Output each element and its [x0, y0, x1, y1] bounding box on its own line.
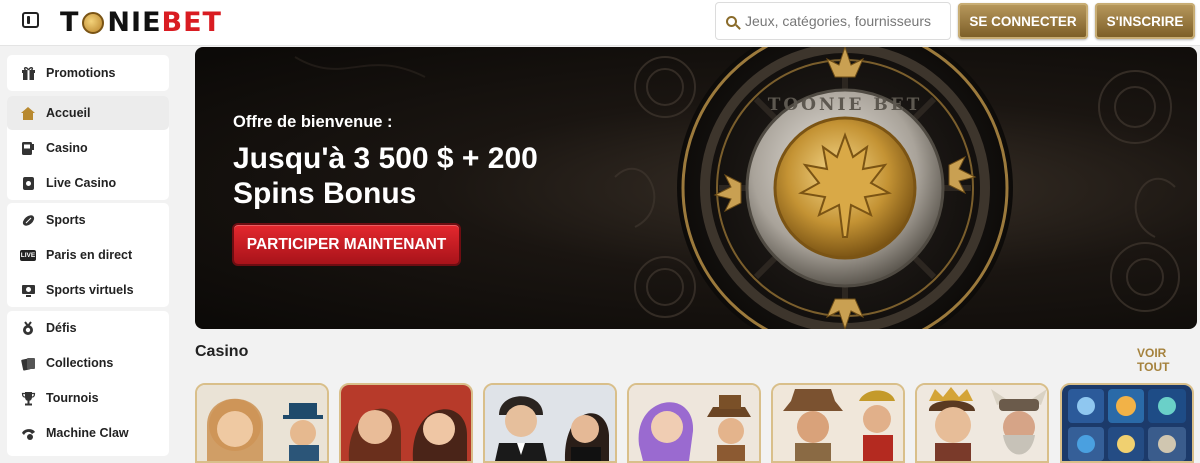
sidebar-item-casino[interactable]: Casino: [7, 131, 169, 165]
live-badge-icon: LIVE: [19, 247, 37, 263]
login-button[interactable]: SE CONNECTER: [958, 3, 1088, 39]
sidebar-item-label: Défis: [46, 321, 77, 335]
hero-subtitle: Offre de bienvenue :: [233, 113, 393, 131]
sidebar-item-label: Live Casino: [46, 176, 117, 190]
game-tile-7[interactable]: [1060, 383, 1194, 463]
search-box[interactable]: [715, 2, 951, 40]
sidebar-toggle-icon[interactable]: [22, 12, 39, 28]
game-tile-1[interactable]: [195, 383, 329, 463]
sidebar-group-sports: Sports LIVE Paris en direct Sports virtu…: [7, 203, 169, 307]
game-thumbnail: [1062, 385, 1192, 461]
site-logo[interactable]: T I NIE BET: [60, 5, 222, 39]
signup-button[interactable]: S'INSCRIRE: [1095, 3, 1195, 39]
sidebar-item-label: Accueil: [46, 106, 91, 120]
hero-title: Jusqu'à 3 500 $ + 200 Spins Bonus: [233, 142, 538, 210]
game-thumbnail: [917, 385, 1047, 461]
sidebar-item-live-casino[interactable]: Live Casino: [7, 166, 169, 200]
sidebar-item-home[interactable]: Accueil: [7, 96, 169, 130]
top-header: T I NIE BET SE CONNECTER S'INSCRIRE: [0, 0, 1200, 46]
sidebar-group-promotions: Promotions: [7, 55, 169, 91]
game-tile-5[interactable]: [771, 383, 905, 463]
logo-text-bet: BET: [161, 6, 222, 38]
sidebar-item-label: Casino: [46, 141, 88, 155]
trophy-icon: [20, 390, 36, 406]
game-tile-2[interactable]: [339, 383, 473, 463]
medal-icon: [20, 320, 36, 336]
sidebar-item-challenges[interactable]: Défis: [7, 311, 169, 345]
cards-icon: [20, 355, 36, 371]
sidebar-group-main: Accueil Casino Live Casino: [7, 96, 169, 200]
casino-section-title: Casino: [195, 343, 249, 360]
game-thumbnail: [773, 385, 903, 461]
gift-icon: [20, 65, 36, 81]
home-icon: [20, 105, 36, 121]
logo-text-nie: NIE: [107, 6, 162, 38]
join-now-button[interactable]: PARTICIPER MAINTENANT: [234, 225, 459, 264]
game-thumbnail: [197, 385, 327, 461]
sidebar-item-label: Collections: [46, 356, 114, 370]
sidebar-item-collections[interactable]: Collections: [7, 346, 169, 380]
live-badge: LIVE: [19, 249, 37, 261]
sidebar-item-claw-machine[interactable]: Machine Claw: [7, 416, 169, 450]
game-thumbnail: [341, 385, 471, 461]
sidebar-item-tournaments[interactable]: Tournois: [7, 381, 169, 415]
sidebar-item-label: Promotions: [46, 66, 116, 80]
live-casino-icon: [20, 175, 36, 191]
sidebar: Promotions Accueil Casino Live Casino Sp…: [0, 47, 183, 456]
search-icon: [726, 15, 737, 27]
sidebar-group-extras: Défis Collections Tournois Machine Claw: [7, 311, 169, 456]
sidebar-item-label: Sports: [46, 213, 86, 227]
sidebar-item-label: Machine Claw: [46, 426, 129, 440]
sidebar-item-promotions[interactable]: Promotions: [7, 56, 169, 90]
sidebar-item-live-betting[interactable]: LIVE Paris en direct: [7, 238, 169, 272]
game-thumbnail: [629, 385, 759, 461]
sidebar-item-label: Sports virtuels: [46, 283, 134, 297]
sidebar-item-sports[interactable]: Sports: [7, 203, 169, 237]
logo-letter-t: T: [60, 6, 80, 38]
sidebar-item-label: Tournois: [46, 391, 99, 405]
claw-icon: [20, 425, 36, 441]
coin-engraving-text: TOONIE BET: [768, 95, 923, 115]
sidebar-item-virtual-sports[interactable]: Sports virtuels: [7, 273, 169, 307]
see-all-link[interactable]: VOIR TOUT: [1137, 346, 1200, 374]
welcome-offer-banner[interactable]: TOONIE BET Offre de bienvenue : Jusqu'à …: [195, 47, 1197, 329]
football-icon: [20, 212, 36, 228]
game-thumbnail: [485, 385, 615, 461]
game-tile-4[interactable]: [627, 383, 761, 463]
virtual-sports-icon: [20, 282, 36, 298]
maple-coin-icon: [82, 12, 105, 34]
search-input[interactable]: [745, 13, 935, 29]
game-tile-3[interactable]: [483, 383, 617, 463]
slot-machine-icon: [20, 140, 36, 156]
sidebar-item-label: Paris en direct: [46, 248, 133, 262]
game-tile-6[interactable]: [915, 383, 1049, 463]
